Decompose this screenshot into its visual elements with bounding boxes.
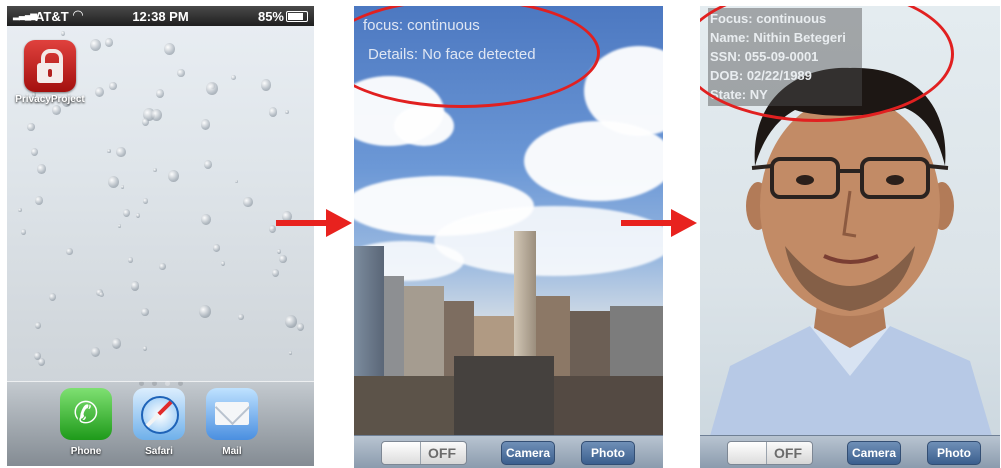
raindrop (90, 39, 102, 52)
raindrop (155, 89, 164, 98)
camera-button[interactable]: Camera (501, 441, 555, 465)
raindrop (141, 118, 149, 126)
raindrop (289, 351, 293, 355)
toggle-state: OFF (774, 445, 802, 461)
raindrop (128, 257, 134, 263)
raindrop (141, 307, 149, 316)
raindrop (272, 269, 280, 277)
raindrop (34, 352, 42, 360)
raindrop (48, 292, 57, 301)
raindrop (200, 213, 211, 225)
photo-button[interactable]: Photo (581, 441, 635, 465)
raindrop (52, 104, 61, 115)
raindrop (242, 196, 253, 208)
phone-icon: ✆ (73, 397, 99, 430)
privacy-project-app-icon[interactable] (24, 40, 76, 92)
raindrop (123, 209, 131, 217)
right-arrow-icon (276, 209, 352, 237)
raindrop (135, 212, 141, 218)
raindrop (199, 304, 212, 318)
capture-toggle[interactable]: OFF (727, 441, 813, 465)
raindrop (107, 148, 111, 153)
right-arrow-icon (621, 209, 697, 237)
raindrop (120, 185, 125, 189)
raindrop (177, 69, 185, 78)
raindrop (118, 224, 122, 228)
phone-app-icon[interactable]: ✆ (60, 388, 112, 440)
raindrop (200, 119, 210, 130)
raindrop (18, 208, 22, 213)
raindrop (277, 249, 282, 254)
raindrop (94, 87, 104, 98)
raindrop (204, 160, 213, 169)
cloud (524, 121, 663, 201)
raindrop (37, 164, 47, 174)
raindrop (158, 262, 166, 271)
raindrop (297, 323, 305, 332)
raindrop (142, 198, 148, 204)
dock-label-safari: Safari (145, 446, 173, 457)
mail-app-icon[interactable] (206, 388, 258, 440)
camera-button[interactable]: Camera (847, 441, 901, 465)
capture-toggle[interactable]: OFF (381, 441, 467, 465)
raindrop (285, 314, 298, 328)
raindrop (34, 195, 44, 206)
raindrop (30, 148, 39, 157)
raindrop (153, 167, 157, 173)
dock-label-phone: Phone (70, 446, 102, 457)
home-screen: ▂▃▄▅ AT&T ◠ 12:38 PM 85% PrivacyProject … (7, 6, 314, 466)
toggle-state: OFF (428, 445, 456, 461)
camera-toolbar: OFF Camera Photo (354, 435, 663, 468)
cloud (394, 106, 454, 146)
raindrop (238, 314, 244, 321)
raindrop (279, 254, 287, 263)
raindrop (60, 31, 65, 36)
camera-view-face-detected: Focus: continuous Name: Nithin Betegeri … (700, 6, 1000, 468)
raindrop (268, 106, 278, 117)
raindrop (115, 146, 126, 158)
status-bar: ▂▃▄▅ AT&T ◠ 12:38 PM 85% (7, 6, 314, 26)
raindrop (167, 170, 179, 183)
raindrop (206, 81, 219, 95)
app-label-privacyproject: PrivacyProject (15, 94, 85, 105)
raindrop (107, 175, 120, 189)
raindrop (20, 229, 27, 236)
raindrop (285, 109, 289, 114)
raindrop (90, 346, 101, 358)
camera-toolbar: OFF Camera Photo (700, 435, 1000, 468)
raindrop (220, 261, 225, 267)
raindrop (104, 38, 113, 47)
raindrop (111, 337, 122, 349)
raindrop (99, 291, 105, 298)
battery-percent: 85% (257, 9, 284, 24)
raindrop (34, 321, 41, 329)
raindrop (212, 244, 220, 252)
raindrop (130, 281, 139, 291)
raindrop (260, 79, 272, 91)
highlight-circle (354, 6, 600, 108)
battery-icon (286, 11, 308, 22)
raindrop (66, 247, 73, 256)
raindrop (143, 346, 148, 351)
envelope-icon (215, 402, 249, 425)
safari-app-icon[interactable] (133, 388, 185, 440)
raindrop (150, 108, 162, 121)
photo-button[interactable]: Photo (927, 441, 981, 465)
raindrop (231, 74, 237, 81)
raindrop (235, 179, 239, 184)
dock-label-mail: Mail (222, 446, 242, 457)
raindrop (109, 81, 118, 91)
camera-view-no-face: focus: continuous Details: No face detec… (354, 6, 663, 468)
raindrop (27, 123, 35, 132)
raindrop (163, 42, 176, 56)
